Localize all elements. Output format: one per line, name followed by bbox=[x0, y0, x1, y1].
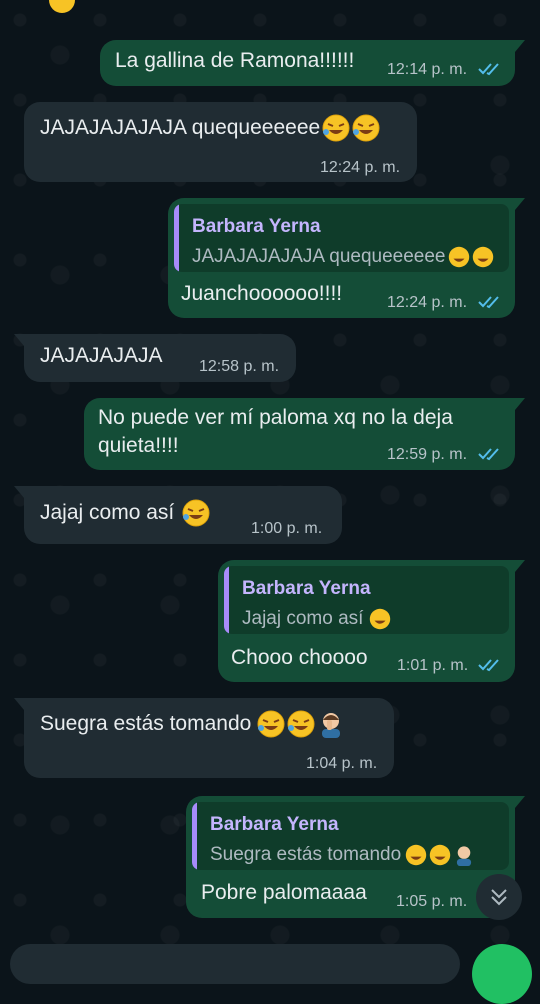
message-bubble-outgoing[interactable]: La gallina de Ramona!!!!!! 12:14 p. m. bbox=[100, 40, 525, 86]
quoted-message[interactable]: Barbara Yerna Suegra estás tomando bbox=[192, 802, 509, 870]
quoted-message[interactable]: Barbara Yerna JAJAJAJAJAJA quequeeeeee bbox=[174, 204, 509, 272]
message-text: Juanchoooooo!!!! bbox=[181, 282, 343, 305]
double-check-icon bbox=[478, 659, 499, 672]
quote-accent-bar bbox=[192, 802, 197, 870]
message-text: Jajaj como así bbox=[40, 499, 210, 527]
mic-button[interactable] bbox=[472, 944, 532, 1004]
quoted-message[interactable]: Barbara Yerna Jajaj como así bbox=[224, 566, 509, 634]
message-time: 12:24 p. m. bbox=[320, 159, 401, 176]
laughing-emoji-icon bbox=[182, 499, 210, 527]
message-time: 1:01 p. m. bbox=[397, 657, 469, 674]
scroll-to-bottom-button[interactable] bbox=[476, 874, 522, 920]
laughing-emoji-icon bbox=[405, 844, 427, 866]
message-text: Suegra estás tomando bbox=[40, 710, 345, 739]
message-text: JAJAJAJAJAJA quequeeeeee bbox=[40, 114, 380, 142]
message-time: 12:59 p. m. bbox=[387, 446, 468, 463]
quoted-text: Jajaj como así bbox=[242, 608, 391, 630]
facepalm-emoji-icon bbox=[453, 844, 475, 866]
laughing-emoji-icon bbox=[369, 608, 391, 630]
quoted-author: Barbara Yerna bbox=[242, 578, 371, 599]
quoted-author: Barbara Yerna bbox=[192, 216, 321, 237]
laughing-emoji-icon bbox=[322, 114, 350, 142]
quoted-text: Suegra estás tomando bbox=[210, 844, 475, 866]
double-check-icon bbox=[478, 448, 499, 461]
message-bubble-outgoing-reply[interactable]: Barbara Yerna Suegra estás tomando Pobre… bbox=[186, 796, 525, 918]
quote-accent-bar bbox=[224, 566, 229, 634]
message-bubble-outgoing-reply[interactable]: Barbara Yerna Jajaj como así Chooo chooo… bbox=[218, 560, 525, 682]
laughing-emoji-icon bbox=[48, 0, 76, 14]
message-time: 12:24 p. m. bbox=[387, 294, 468, 311]
facepalm-emoji-icon bbox=[317, 710, 345, 739]
message-bubble-outgoing[interactable]: No puede ver mí paloma xq no la deja qui… bbox=[84, 398, 525, 470]
double-chevron-down-icon bbox=[491, 889, 507, 906]
message-bubble-incoming[interactable]: JAJAJAJAJA 12:58 p. m. bbox=[14, 334, 296, 382]
laughing-emoji-icon bbox=[287, 710, 315, 738]
message-composer[interactable] bbox=[10, 944, 460, 984]
laughing-emoji-icon bbox=[352, 114, 380, 142]
message-bubble-incoming[interactable]: Suegra estás tomando 1:04 p. m. bbox=[14, 698, 394, 778]
message-bubble-outgoing-reply[interactable]: Barbara Yerna JAJAJAJAJAJA quequeeeeee J… bbox=[168, 198, 525, 318]
double-check-icon bbox=[478, 296, 499, 309]
quoted-text: JAJAJAJAJAJA quequeeeeee bbox=[192, 246, 494, 268]
quote-accent-bar bbox=[174, 204, 179, 272]
laughing-emoji-icon bbox=[472, 246, 494, 268]
message-text: La gallina de Ramona!!!!!! bbox=[115, 49, 355, 72]
message-text: Pobre palomaaaa bbox=[201, 881, 367, 904]
laughing-emoji-icon bbox=[429, 844, 451, 866]
message-time: 12:14 p. m. bbox=[387, 61, 468, 78]
double-check-icon bbox=[478, 63, 499, 76]
message-text: JAJAJAJAJA bbox=[40, 344, 163, 367]
message-time: 1:04 p. m. bbox=[306, 755, 378, 772]
message-time: 1:05 p. m. bbox=[396, 893, 468, 910]
message-time: 1:00 p. m. bbox=[251, 520, 323, 537]
laughing-emoji-icon bbox=[257, 710, 285, 738]
message-bubble-incoming[interactable]: Jajaj como así 1:00 p. m. bbox=[14, 486, 342, 544]
message-text: Chooo choooo bbox=[231, 646, 368, 669]
laughing-emoji-icon bbox=[448, 246, 470, 268]
quoted-author: Barbara Yerna bbox=[210, 814, 339, 835]
message-bubble-incoming[interactable]: JAJAJAJAJAJA quequeeeeee 12:24 p. m. bbox=[24, 102, 417, 182]
message-time: 12:58 p. m. bbox=[199, 358, 280, 375]
